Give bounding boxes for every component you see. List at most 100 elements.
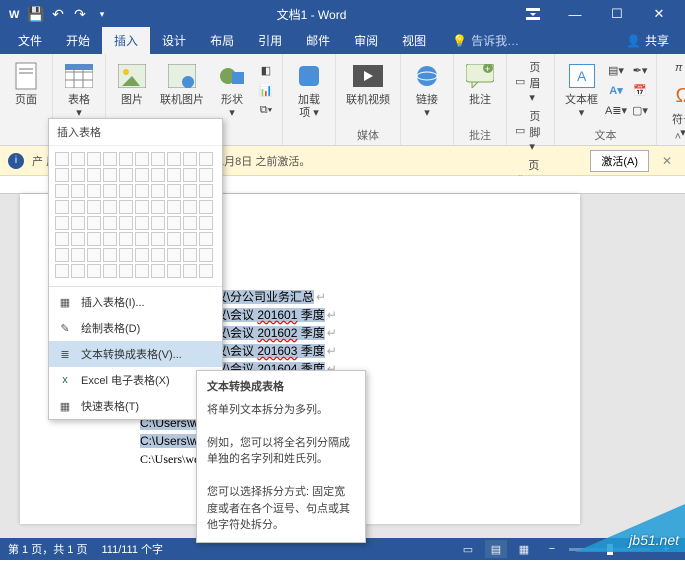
comment-button[interactable]: +批注 (460, 58, 500, 109)
grid-cell[interactable] (167, 232, 181, 246)
screenshot-button[interactable]: ⧉▾ (256, 101, 276, 119)
tab-review[interactable]: 审阅 (342, 27, 390, 54)
print-layout-icon[interactable]: ▤ (485, 540, 507, 558)
activate-button[interactable]: 激活(A) (590, 150, 649, 172)
links-button[interactable]: 链接 ▾ (407, 58, 447, 122)
redo-icon[interactable]: ↷ (72, 6, 88, 22)
grid-cell[interactable] (87, 264, 101, 278)
grid-cell[interactable] (55, 248, 69, 262)
draw-table-item[interactable]: ✎绘制表格(D) (49, 315, 222, 341)
grid-cell[interactable] (199, 152, 213, 166)
tab-mailings[interactable]: 邮件 (294, 27, 342, 54)
grid-cell[interactable] (71, 168, 85, 182)
grid-cell[interactable] (167, 200, 181, 214)
grid-cell[interactable] (103, 248, 117, 262)
dropcap-button[interactable]: A≣▾ (606, 101, 626, 119)
grid-cell[interactable] (55, 168, 69, 182)
wordart-button[interactable]: A▾ (606, 81, 626, 99)
textbox-button[interactable]: A文本框 ▾ (561, 58, 602, 122)
grid-cell[interactable] (103, 232, 117, 246)
share-button[interactable]: 👤共享 (616, 27, 679, 54)
zoom-in-icon[interactable]: + (655, 540, 677, 558)
grid-cell[interactable] (87, 184, 101, 198)
web-layout-icon[interactable]: ▦ (513, 540, 535, 558)
grid-cell[interactable] (183, 248, 197, 262)
tab-home[interactable]: 开始 (54, 27, 102, 54)
maximize-button[interactable]: ☐ (597, 0, 637, 28)
addins-button[interactable]: 加载 项 ▾ (289, 58, 329, 122)
datetime-button[interactable]: 📅 (630, 81, 650, 99)
grid-cell[interactable] (167, 264, 181, 278)
table-size-grid[interactable] (49, 146, 222, 284)
grid-cell[interactable] (103, 152, 117, 166)
grid-cell[interactable] (103, 200, 117, 214)
grid-cell[interactable] (183, 232, 197, 246)
zoom-slider[interactable] (569, 548, 649, 551)
quickparts-button[interactable]: ▤▾ (606, 61, 626, 79)
grid-cell[interactable] (87, 216, 101, 230)
zoom-out-icon[interactable]: − (541, 540, 563, 558)
grid-cell[interactable] (55, 200, 69, 214)
qat-dropdown-icon[interactable]: ▾ (94, 6, 110, 22)
grid-cell[interactable] (135, 184, 149, 198)
grid-cell[interactable] (87, 248, 101, 262)
grid-cell[interactable] (167, 152, 181, 166)
grid-cell[interactable] (71, 232, 85, 246)
insert-table-item[interactable]: ▦插入表格(I)... (49, 289, 222, 315)
grid-cell[interactable] (151, 152, 165, 166)
grid-cell[interactable] (119, 248, 133, 262)
grid-cell[interactable] (199, 248, 213, 262)
grid-cell[interactable] (135, 152, 149, 166)
grid-cell[interactable] (151, 216, 165, 230)
table-button[interactable]: 表格 ▾ (59, 58, 99, 122)
pages-button[interactable]: 页面 (6, 58, 46, 109)
grid-cell[interactable] (71, 152, 85, 166)
grid-cell[interactable] (135, 248, 149, 262)
grid-cell[interactable] (135, 168, 149, 182)
online-picture-button[interactable]: 联机图片 (156, 58, 208, 122)
word-count[interactable]: 111/111 个字 (101, 541, 163, 557)
grid-cell[interactable] (135, 264, 149, 278)
grid-cell[interactable] (167, 168, 181, 182)
grid-cell[interactable] (103, 184, 117, 198)
footer-button[interactable]: ▭页脚 ▾ (513, 107, 548, 154)
grid-cell[interactable] (151, 264, 165, 278)
grid-cell[interactable] (183, 168, 197, 182)
grid-cell[interactable] (119, 184, 133, 198)
grid-cell[interactable] (199, 264, 213, 278)
close-button[interactable]: ✕ (639, 0, 679, 28)
grid-cell[interactable] (103, 216, 117, 230)
grid-cell[interactable] (119, 232, 133, 246)
grid-cell[interactable] (119, 264, 133, 278)
grid-cell[interactable] (183, 216, 197, 230)
grid-cell[interactable] (71, 200, 85, 214)
collapse-ribbon-icon[interactable]: ˄ (675, 131, 681, 143)
tab-insert[interactable]: 插入 (102, 27, 150, 54)
chart-button[interactable]: 📊 (256, 81, 276, 99)
grid-cell[interactable] (167, 216, 181, 230)
grid-cell[interactable] (103, 168, 117, 182)
grid-cell[interactable] (87, 232, 101, 246)
grid-cell[interactable] (199, 200, 213, 214)
grid-cell[interactable] (151, 200, 165, 214)
page-count[interactable]: 第 1 页，共 1 页 (8, 541, 87, 557)
online-video-button[interactable]: 联机视频 (342, 58, 394, 109)
ribbon-options-icon[interactable] (513, 0, 553, 28)
grid-cell[interactable] (119, 216, 133, 230)
grid-cell[interactable] (135, 216, 149, 230)
save-icon[interactable]: 💾 (28, 6, 44, 22)
grid-cell[interactable] (183, 200, 197, 214)
header-button[interactable]: ▭页眉 ▾ (513, 58, 548, 105)
read-mode-icon[interactable]: ▭ (457, 540, 479, 558)
grid-cell[interactable] (71, 264, 85, 278)
grid-cell[interactable] (199, 232, 213, 246)
object-button[interactable]: ▢▾ (630, 101, 650, 119)
grid-cell[interactable] (55, 264, 69, 278)
tab-file[interactable]: 文件 (6, 27, 54, 54)
smartart-button[interactable]: ◧ (256, 61, 276, 79)
picture-button[interactable]: 图片 (112, 58, 152, 122)
grid-cell[interactable] (119, 168, 133, 182)
grid-cell[interactable] (199, 184, 213, 198)
grid-cell[interactable] (135, 200, 149, 214)
tab-references[interactable]: 引用 (246, 27, 294, 54)
